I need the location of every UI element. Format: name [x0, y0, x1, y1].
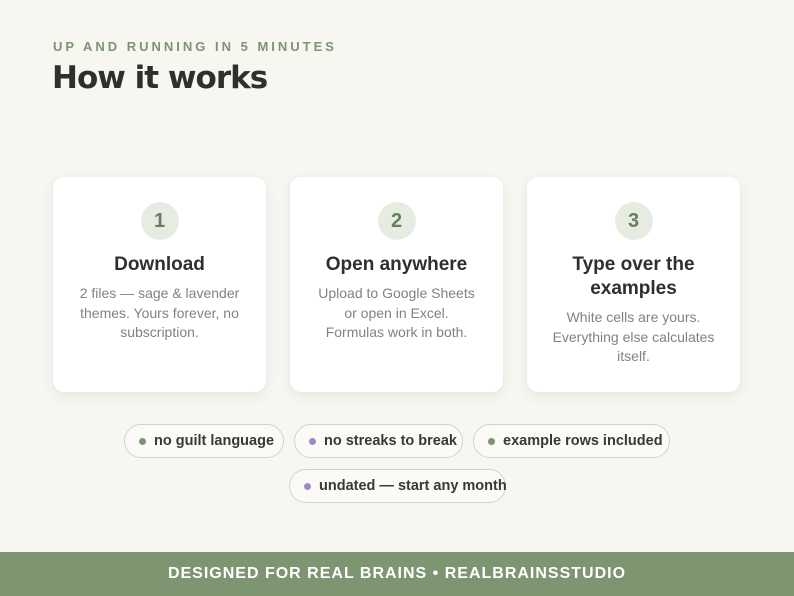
step-description: Upload to Google Sheets or open in Excel… [318, 285, 475, 340]
step-card-type-over: 3 Type over the examples White cells are… [527, 177, 740, 392]
step-title: Type over the examples [572, 254, 695, 299]
step-title: Download [114, 254, 205, 275]
lavender-dot-icon [309, 437, 316, 445]
feature-pill-undated: undated — start any month [289, 469, 507, 503]
footer-banner: DESIGNED FOR REAL BRAINS • REALBRAINSSTU… [0, 552, 794, 596]
step-card-download: 1 Download 2 files — sage & lavender the… [53, 177, 266, 392]
feature-pill-label: example rows included [503, 433, 663, 449]
page-title: How it works [52, 60, 268, 96]
feature-pill-label: undated — start any month [319, 478, 507, 494]
step-title: Open anywhere [325, 254, 468, 275]
sage-dot-icon [139, 437, 146, 445]
step-description: White cells are yours. Everything else c… [552, 309, 715, 364]
feature-pill-label: no streaks to break [324, 433, 457, 449]
lavender-dot-icon [304, 482, 311, 490]
feature-pill-no-guilt: no guilt language [124, 424, 284, 458]
step-number-badge: 3 [614, 202, 653, 240]
feature-pill-example-rows: example rows included [473, 424, 670, 458]
section-eyebrow: UP AND RUNNING IN 5 MINUTES [53, 39, 337, 54]
step-number-badge: 1 [140, 202, 179, 240]
sage-dot-icon [488, 437, 495, 445]
step-number-badge: 2 [377, 202, 416, 240]
feature-pill-label: no guilt language [154, 433, 275, 449]
step-description: 2 files — sage & lavender themes. Yours … [79, 285, 240, 340]
step-card-open-anywhere: 2 Open anywhere Upload to Google Sheets … [290, 177, 503, 392]
feature-pill-no-streaks: no streaks to break [294, 424, 463, 458]
